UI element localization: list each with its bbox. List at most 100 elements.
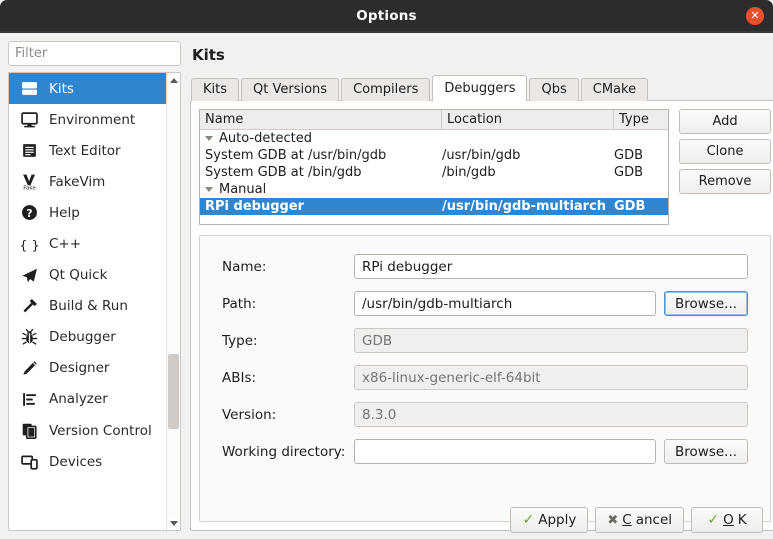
sidebar-item-help[interactable]: ? Help xyxy=(9,197,166,228)
path-browse-button[interactable]: Browse... xyxy=(664,291,749,316)
scrollbar-thumb[interactable] xyxy=(168,354,179,429)
table-action-buttons: Add Clone Remove xyxy=(679,109,772,225)
table-row[interactable]: System GDB at /bin/gdb/bin/gdb GDB xyxy=(200,164,668,181)
title-bar: Options ✕ xyxy=(0,0,773,31)
tab-label: Kits xyxy=(203,82,228,97)
tab-label: CMake xyxy=(592,82,637,97)
abis-field xyxy=(354,365,749,390)
page-title: Kits xyxy=(192,46,225,64)
cross-icon: ✖ xyxy=(607,512,619,528)
apply-button[interactable]: ✓ Apply xyxy=(510,507,589,533)
sidebar-item-label: Debugger xyxy=(49,329,116,346)
pane-top-row: Name Location Type Auto-detected System G… xyxy=(199,109,772,225)
sidebar-item-c[interactable]: { } C++ xyxy=(9,228,166,259)
tab-debuggers[interactable]: Debuggers xyxy=(432,75,528,102)
sidebar-item-label: Environment xyxy=(49,111,136,128)
close-icon[interactable]: ✕ xyxy=(746,7,764,25)
sidebar-item-label: Analyzer xyxy=(49,391,108,408)
svg-text:Fake: Fake xyxy=(23,186,36,190)
name-text: System GDB at /usr/bin/gdb xyxy=(205,148,387,163)
sidebar-item-version-control[interactable]: Version Control xyxy=(9,415,166,446)
working-directory-label: Working directory: xyxy=(222,443,346,460)
scrollbar-track[interactable] xyxy=(167,87,180,516)
table-row[interactable]: Manual xyxy=(200,181,668,198)
chevron-up-icon xyxy=(169,77,178,83)
working-directory-field[interactable] xyxy=(354,439,656,464)
filter-input[interactable] xyxy=(8,41,181,66)
cell-type: GDB xyxy=(614,165,644,180)
abis-label: ABIs: xyxy=(222,369,257,386)
cell-location: /usr/bin/gdb-multiarch xyxy=(442,199,607,214)
ok-button[interactable]: ✓ O K xyxy=(691,507,763,533)
cell-type: GDB xyxy=(614,199,646,214)
add-button[interactable]: Add xyxy=(679,109,772,134)
name-text: RPi debugger xyxy=(205,199,305,214)
monitor-icon xyxy=(18,111,40,128)
sidebar-item-designer[interactable]: Designer xyxy=(9,353,166,384)
ok-mnemonic: O xyxy=(723,512,734,528)
apply-label: Apply xyxy=(538,512,577,528)
working-directory-browse-button[interactable]: Browse... xyxy=(664,439,749,464)
sidebar-item-text-editor[interactable]: Text Editor xyxy=(9,135,166,166)
cancel-label: ancel xyxy=(635,512,672,528)
sidebar-item-analyzer[interactable]: Analyzer xyxy=(9,384,166,415)
path-field[interactable] xyxy=(354,291,656,316)
tab-qbs[interactable]: Qbs xyxy=(529,78,579,101)
cell-name: System GDB at /bin/gdb xyxy=(200,164,442,181)
sidebar-item-build-run[interactable]: Build & Run xyxy=(9,291,166,322)
question-circle-icon: ? xyxy=(18,204,40,221)
sidebar-scrollbar[interactable] xyxy=(166,73,180,530)
sidebar-item-kits[interactable]: Kits xyxy=(9,73,166,105)
tab-kits[interactable]: Kits xyxy=(191,78,240,101)
tab-compilers[interactable]: Compilers xyxy=(341,78,431,101)
tab-cmake[interactable]: CMake xyxy=(580,78,649,101)
check-icon: ✓ xyxy=(522,512,535,528)
clone-button[interactable]: Clone xyxy=(679,139,772,164)
debugger-detail-form: Name: Path: Browse... Type: ABIs: xyxy=(199,235,772,522)
table-row[interactable]: RPi debugger/usr/bin/gdb-multiarch GDB xyxy=(200,198,669,215)
analyzer-icon xyxy=(18,391,40,408)
sidebar-item-devices[interactable]: Devices xyxy=(9,446,166,477)
chevron-down-icon[interactable] xyxy=(205,136,213,141)
sidebar-item-debugger[interactable]: Debugger xyxy=(9,322,166,353)
sidebar-item-label: Help xyxy=(49,204,80,221)
table-row[interactable]: Auto-detected xyxy=(200,130,668,147)
cancel-button[interactable]: ✖ Cancel xyxy=(595,507,684,533)
remove-button[interactable]: Remove xyxy=(679,169,772,194)
sidebar-list[interactable]: Kits Environment Text Editor Fake FakeVim? He… xyxy=(9,73,166,530)
version-field xyxy=(354,402,749,427)
debuggers-table[interactable]: Name Location Type Auto-detected System G… xyxy=(199,109,670,225)
chevron-down-icon[interactable] xyxy=(205,187,213,192)
table-row[interactable]: System GDB at /usr/bin/gdb/usr/bin/gdb GD… xyxy=(200,147,668,164)
cell-name: Auto-detected xyxy=(200,130,442,147)
fakevim-icon: Fake xyxy=(18,173,40,190)
tab-qt-versions[interactable]: Qt Versions xyxy=(241,78,340,101)
column-header-name: Name xyxy=(200,110,442,129)
debuggers-pane: Name Location Type Auto-detected System G… xyxy=(190,100,773,531)
form-row-workdir: Working directory: Browse... xyxy=(222,439,749,464)
paper-plane-icon xyxy=(18,267,40,284)
text-lines-icon xyxy=(18,142,40,159)
name-text: Auto-detected xyxy=(219,131,312,146)
check-icon: ✓ xyxy=(707,512,720,528)
sidebar-item-fakevim[interactable]: Fake FakeVim xyxy=(9,166,166,197)
dialog-footer: ✓ Apply ✖ Cancel ✓ O K xyxy=(0,501,773,539)
tab-label: Qt Versions xyxy=(253,82,328,97)
cell-type: GDB xyxy=(614,148,644,163)
hammer-icon xyxy=(18,298,40,315)
sidebar-item-label: Designer xyxy=(49,360,110,377)
bug-icon xyxy=(18,328,40,346)
tab-label: Debuggers xyxy=(444,81,516,96)
pencil-icon xyxy=(18,360,40,377)
sidebar-item-label: Text Editor xyxy=(49,142,121,159)
form-row-version: Version: xyxy=(222,402,749,427)
kits-icon xyxy=(18,80,40,97)
cell-name: RPi debugger xyxy=(200,198,442,215)
name-field[interactable] xyxy=(354,254,749,279)
sidebar-item-qt-quick[interactable]: Qt Quick xyxy=(9,260,166,291)
svg-text:{ }: { } xyxy=(21,238,38,253)
sidebar-item-environment[interactable]: Environment xyxy=(9,104,166,135)
path-label: Path: xyxy=(222,295,257,312)
sidebar-item-label: Devices xyxy=(49,453,103,470)
scroll-up-button[interactable] xyxy=(167,73,180,87)
